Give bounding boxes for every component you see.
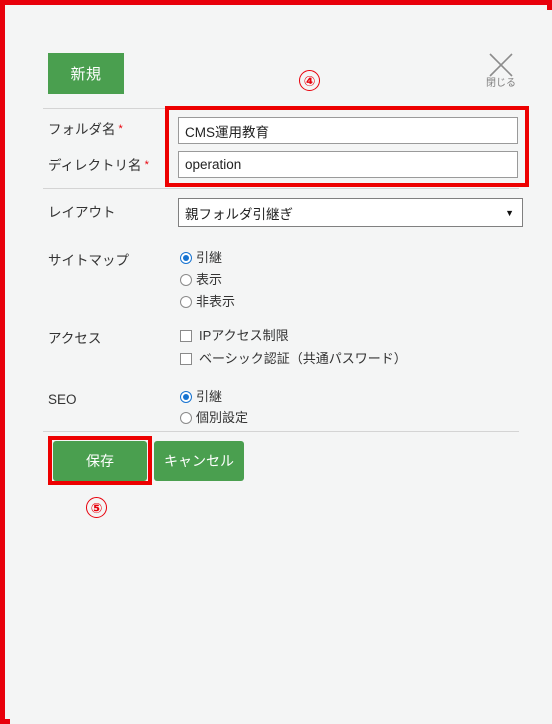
directory-name-input[interactable]	[178, 151, 518, 178]
sitemap-option-show[interactable]: 表示	[180, 273, 222, 286]
folder-name-label: フォルダ名 *	[48, 123, 123, 137]
divider-bottom	[43, 431, 519, 432]
access-option-ip-restriction-label: IPアクセス制限	[199, 328, 289, 343]
access-option-basic-auth-label: ベーシック認証（共通パスワード）	[199, 351, 407, 366]
checkbox-icon-ip-restriction	[180, 329, 192, 342]
seo-option-individual-label: 個別設定	[196, 410, 249, 425]
annotated-screenshot-frame: 新規 閉じる フォルダ名* ディレクトリ名*	[0, 0, 552, 724]
sitemap-option-hide-label: 非表示	[196, 294, 236, 309]
folder-settings-panel: 新規 閉じる フォルダ名* ディレクトリ名*	[10, 10, 552, 724]
folder-name-label-text: フォルダ名	[48, 122, 116, 137]
checkbox-icon-basic-auth	[180, 352, 192, 365]
access-label: アクセス	[48, 331, 102, 346]
radio-icon-sitemap-inherit	[180, 251, 192, 264]
annotation-marker-5: ⑤	[86, 497, 107, 518]
layout-select[interactable]: 親フォルダ引継ぎ ▼	[178, 198, 523, 227]
folder-name-required-mark: *	[118, 123, 123, 135]
radio-icon-sitemap-show	[180, 273, 192, 286]
access-option-basic-auth[interactable]: ベーシック認証（共通パスワード）	[180, 352, 407, 365]
directory-name-required-mark: *	[144, 159, 149, 171]
seo-label: SEO	[48, 392, 77, 407]
save-button[interactable]: 保存	[53, 441, 147, 481]
layout-select-value: 親フォルダ引継ぎ	[185, 206, 293, 222]
folder-form: フォルダ名* ディレクトリ名* ④ レイアウト 親フォルダ引継ぎ ▼ サイトマッ…	[10, 10, 552, 724]
directory-name-label-text: ディレクトリ名	[48, 158, 142, 173]
sitemap-option-hide[interactable]: 非表示	[180, 295, 235, 308]
divider-middle	[43, 188, 519, 189]
seo-option-inherit[interactable]: 引継	[180, 390, 222, 403]
chevron-down-icon: ▼	[505, 207, 514, 218]
divider-top	[43, 108, 519, 109]
access-option-ip-restriction[interactable]: IPアクセス制限	[180, 329, 289, 342]
seo-option-individual[interactable]: 個別設定	[180, 411, 248, 424]
sitemap-label: サイトマップ	[48, 253, 129, 268]
sitemap-option-inherit-label: 引継	[196, 250, 223, 265]
cancel-button[interactable]: キャンセル	[154, 441, 244, 481]
seo-option-inherit-label: 引継	[196, 389, 223, 404]
sitemap-option-show-label: 表示	[196, 272, 223, 287]
radio-icon-seo-individual	[180, 411, 192, 424]
sitemap-option-inherit[interactable]: 引継	[180, 251, 222, 264]
directory-name-label: ディレクトリ名 *	[48, 159, 149, 173]
layout-label: レイアウト	[48, 205, 116, 220]
radio-icon-sitemap-hide	[180, 295, 192, 308]
radio-icon-seo-inherit	[180, 390, 192, 403]
folder-name-input[interactable]	[178, 117, 518, 144]
annotation-marker-4: ④	[299, 70, 320, 91]
